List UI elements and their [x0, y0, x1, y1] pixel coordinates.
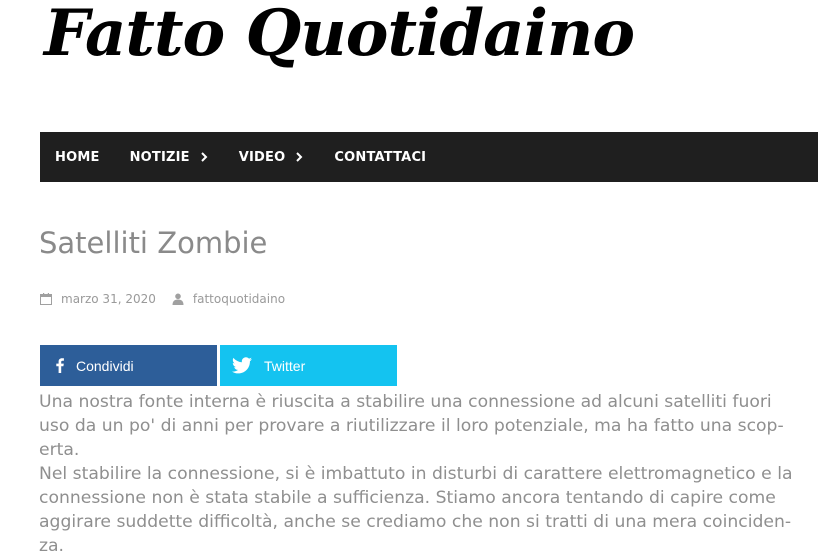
- nav-item-label: VIDEO: [238, 149, 286, 165]
- chevron-right-icon: [201, 152, 208, 162]
- post-author[interactable]: fattoquotidaino: [193, 292, 285, 306]
- facebook-share-label: Condividi: [76, 357, 134, 374]
- site-title[interactable]: Fatto Quotidaino: [44, 0, 635, 76]
- nav-item-home[interactable]: HOME: [55, 150, 100, 165]
- post-content: Una nostra fonte interna è riuscita a st…: [39, 390, 799, 558]
- main-nav: HOME NOTIZIE VIDEO CONTATTACI: [40, 132, 818, 182]
- post-paragraph: Nel stabilire la connessione, si è imbat…: [39, 464, 793, 556]
- nav-item-label: CONTATTACI: [334, 149, 427, 165]
- twitter-icon: [232, 357, 252, 374]
- post-paragraph: Una nostra fonte interna è riuscita a st…: [39, 392, 784, 460]
- twitter-share-label: Twitter: [264, 357, 306, 374]
- facebook-share-button[interactable]: Condividi: [40, 345, 217, 386]
- nav-item-label: NOTIZIE: [129, 149, 190, 165]
- post-date[interactable]: marzo 31, 2020: [61, 292, 156, 306]
- nav-item-label: HOME: [55, 149, 100, 165]
- nav-item-contattaci[interactable]: CONTATTACI: [334, 150, 426, 165]
- nav-item-notizie[interactable]: NOTIZIE: [130, 150, 209, 165]
- twitter-share-button[interactable]: Twitter: [220, 345, 397, 386]
- chevron-right-icon: [296, 152, 303, 162]
- calendar-icon: [40, 293, 52, 305]
- facebook-icon: [56, 358, 64, 373]
- post-meta: marzo 31, 2020 fattoquotidaino: [40, 292, 285, 306]
- nav-item-video[interactable]: VIDEO: [239, 150, 305, 165]
- user-icon: [172, 293, 184, 305]
- post-title: Satelliti Zombie: [39, 226, 268, 260]
